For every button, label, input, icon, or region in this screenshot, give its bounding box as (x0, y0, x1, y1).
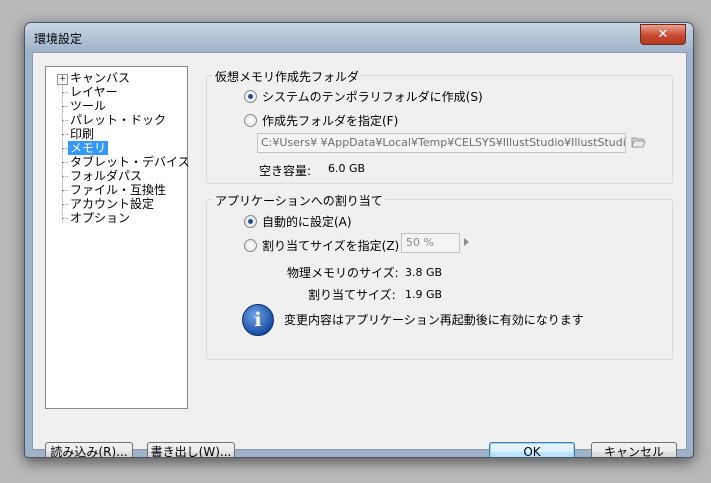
export-button[interactable]: 書き出し(W)... (147, 442, 235, 457)
tree-item-memory[interactable]: メモリ (62, 141, 109, 155)
tree-item-label: ファイル・互換性 (70, 183, 167, 197)
tree-item-print[interactable]: 印刷 (62, 127, 96, 141)
radio-auto[interactable]: 自動的に設定(A) (244, 213, 352, 230)
physical-memory-label: 物理メモリのサイズ: (287, 266, 399, 280)
radio-specify-size-label: 割り当てサイズを指定(Z) (262, 239, 400, 253)
tree-item-label: フォルダパス (70, 169, 143, 183)
radio-icon[interactable] (244, 215, 257, 228)
tree-item-label: タブレット・デバイス (70, 155, 190, 169)
radio-icon[interactable] (244, 114, 257, 127)
tree-item-label: アカウント設定 (70, 197, 155, 211)
folder-path-field[interactable]: C:¥Users¥ ¥AppData¥Local¥Temp¥CELSYS¥Ill… (257, 133, 626, 153)
radio-custom-folder-label: 作成先フォルダを指定(F) (262, 114, 399, 128)
folder-open-icon[interactable] (631, 136, 646, 148)
vm-folder-group: 仮想メモリ作成先フォルダ システムのテンポラリフォルダに作成(S) 作成先フォル… (206, 68, 673, 184)
tree-item-palette-dock[interactable]: パレット・ドック (62, 113, 168, 127)
free-space-label: 空き容量: (259, 164, 312, 178)
radio-custom-folder[interactable]: 作成先フォルダを指定(F) (244, 112, 398, 129)
radio-icon[interactable] (244, 239, 257, 252)
tree-item-account[interactable]: アカウント設定 (62, 197, 156, 211)
allocation-group: アプリケーションへの割り当て 自動的に設定(A) 割り当てサイズを指定(Z) 5… (206, 192, 673, 360)
tree-item-tablet-device[interactable]: タブレット・デバイス (62, 155, 192, 169)
cancel-button[interactable]: キャンセル (591, 442, 677, 457)
tree-item-label: オプション (70, 211, 131, 225)
tree-item-label: パレット・ドック (70, 113, 167, 127)
title-bar[interactable]: 環境設定 ✕ (25, 23, 693, 51)
tree-item-layer[interactable]: レイヤー (62, 85, 120, 99)
radio-system-temp[interactable]: システムのテンポラリフォルダに作成(S) (244, 88, 483, 105)
tree-item-folder-path[interactable]: フォルダパス (62, 169, 144, 183)
radio-specify-size[interactable]: 割り当てサイズを指定(Z) (244, 237, 399, 254)
close-icon: ✕ (657, 27, 669, 42)
preferences-dialog: 環境設定 ✕ + キャンバス レイヤー ツール パレット・ドック 印刷 メモリ … (24, 22, 694, 458)
vm-group-title: 仮想メモリ作成先フォルダ (213, 68, 362, 85)
allocation-size-value: 1.9 GB (405, 288, 443, 301)
window-title: 環境設定 (34, 32, 83, 46)
radio-auto-label: 自動的に設定(A) (262, 215, 352, 229)
tree-item-label: ツール (70, 99, 107, 113)
tree-item-canvas[interactable]: キャンバス (68, 71, 132, 85)
tree-item-label: レイヤー (70, 85, 118, 99)
expand-icon[interactable]: + (57, 74, 68, 85)
restart-notice: 変更内容はアプリケーション再起動後に有効になります (284, 313, 584, 327)
dialog-body: + キャンバス レイヤー ツール パレット・ドック 印刷 メモリ タブレット・デ… (32, 52, 687, 457)
tree-item-options[interactable]: オプション (62, 211, 132, 225)
alloc-group-title: アプリケーションへの割り当て (213, 192, 385, 209)
tree-item-file-compat[interactable]: ファイル・互換性 (62, 183, 168, 197)
tree-item-tool[interactable]: ツール (62, 99, 108, 113)
tree-item-label: メモリ (70, 141, 107, 155)
ok-button[interactable]: OK (489, 442, 575, 457)
load-button[interactable]: 読み込み(R)... (45, 442, 133, 457)
physical-memory-value: 3.8 GB (405, 266, 443, 279)
free-space-value: 6.0 GB (328, 162, 366, 175)
info-icon: i (242, 304, 274, 336)
radio-system-temp-label: システムのテンポラリフォルダに作成(S) (262, 90, 483, 104)
tree-connector-line (62, 79, 63, 222)
allocation-size-field[interactable]: 50 % (401, 233, 460, 253)
close-button[interactable]: ✕ (640, 24, 686, 45)
radio-icon[interactable] (244, 90, 257, 103)
spin-right-arrow-icon[interactable] (464, 238, 469, 246)
allocation-size-label: 割り当てサイズ: (308, 288, 396, 302)
category-tree[interactable]: + キャンバス レイヤー ツール パレット・ドック 印刷 メモリ タブレット・デ… (45, 66, 190, 409)
tree-item-label: 印刷 (70, 127, 95, 141)
